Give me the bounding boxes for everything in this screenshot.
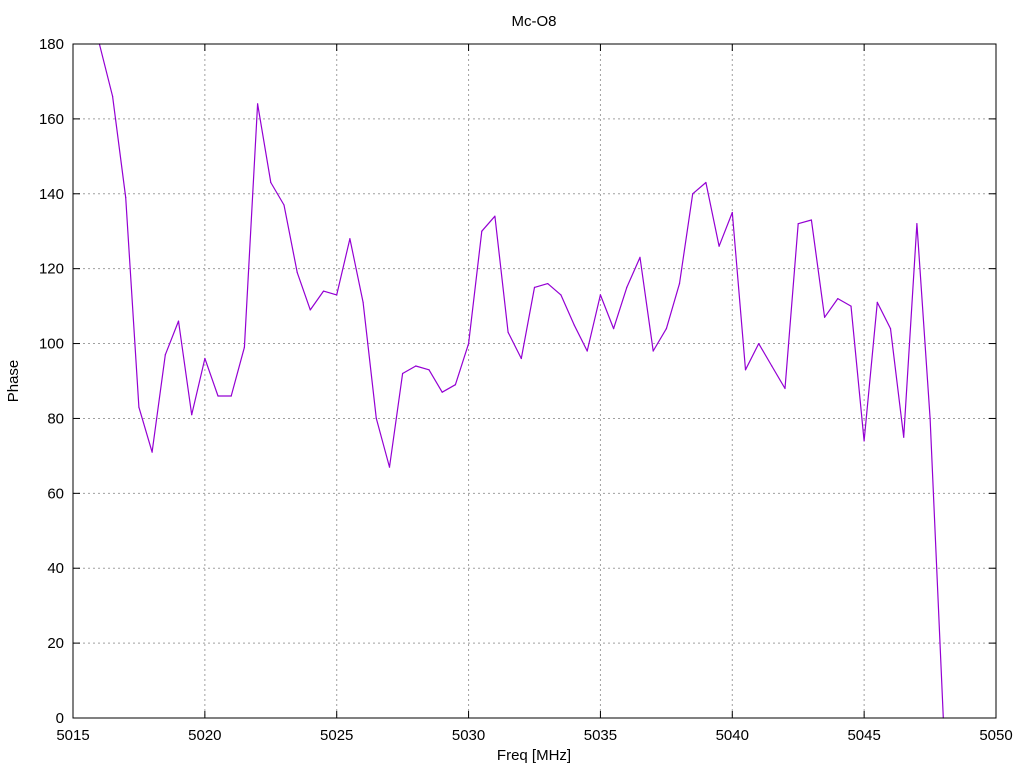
y-tick-label: 180 [39,36,64,53]
data-point [678,283,681,285]
data-point [309,309,311,311]
data-point [903,436,905,438]
data-point [270,181,272,184]
y-tick-label: 100 [39,336,64,353]
data-point [296,271,298,273]
data-point [586,350,588,352]
x-tick-label: 5045 [847,727,880,744]
data-point [639,256,641,258]
data-points [98,43,944,719]
data-point [758,343,760,345]
data-point [599,294,602,296]
data-point [454,384,456,386]
data-point [731,211,733,214]
data-point [705,181,707,184]
chart-title: Mc-O8 [512,13,557,30]
data-point [533,286,536,288]
y-tick-label: 80 [47,410,64,427]
data-point [428,369,430,371]
data-point [850,305,852,307]
chart-container: Mc-O8 Freq [MHz] Phase 5015 5020 5025 5030 5… [0,0,1024,768]
x-tick-label: 5035 [584,727,617,744]
data-point [388,466,391,468]
x-tick-label: 5030 [452,727,485,744]
axis-ticks [72,43,997,719]
y-tick-label: 60 [47,485,64,502]
phase-series-line [98,43,944,719]
data-point [652,350,654,352]
data-point [863,440,865,442]
data-point [916,223,918,225]
data-point [177,320,180,322]
data-point [362,301,364,303]
data-point [507,331,509,333]
phase-line-chart: Mc-O8 Freq [MHz] Phase 5015 5020 5025 5030 5… [5,13,1013,764]
y-tick-label: 120 [39,261,64,278]
data-point [217,395,219,397]
data-point [322,290,325,292]
x-axis-label: Freq [MHz] [497,747,571,764]
data-point [744,369,747,371]
data-point [468,343,470,345]
y-axis-label: Phase [5,360,22,403]
data-point [230,395,232,397]
tick-labels: 5015 5020 5025 5030 5035 5040 5045 5050 0 20 40 60 8… [39,36,1013,744]
data-point [375,417,377,419]
data-point [112,95,114,97]
data-point [138,406,140,408]
data-point [336,294,338,296]
data-point [402,372,404,375]
data-point [824,316,826,318]
x-tick-label: 5040 [716,727,749,744]
data-point [837,298,839,300]
data-point [243,346,245,348]
data-point [125,196,127,199]
data-point [481,230,483,232]
data-point [784,387,786,390]
data-point [771,365,773,367]
grid-lines [73,44,996,718]
data-point [665,328,668,330]
data-point [494,215,496,217]
data-point [547,283,549,285]
data-point [415,365,417,367]
x-tick-label: 5020 [188,727,221,744]
y-tick-label: 40 [47,560,64,577]
data-point [191,414,193,416]
y-tick-label: 160 [39,111,64,128]
data-point [573,324,575,326]
data-point [613,328,615,330]
data-point [520,357,522,360]
x-tick-label: 5015 [56,727,89,744]
data-point [257,103,259,105]
data-point [151,451,153,453]
y-tick-label: 20 [47,635,64,652]
data-point [718,245,720,247]
data-point [876,301,878,303]
data-point [164,354,166,356]
data-point [349,238,351,240]
data-point [204,357,206,360]
data-point [626,286,628,288]
data-point [929,417,931,419]
x-tick-label: 5050 [979,727,1012,744]
data-point [560,294,562,296]
data-point [283,204,285,206]
data-point [797,223,799,225]
data-point [692,193,694,195]
data-point [810,219,813,221]
y-tick-label: 0 [56,710,64,727]
y-tick-label: 140 [39,186,64,203]
x-tick-label: 5025 [320,727,353,744]
data-point [441,391,443,393]
data-point [889,328,892,330]
plot-border [72,43,997,719]
